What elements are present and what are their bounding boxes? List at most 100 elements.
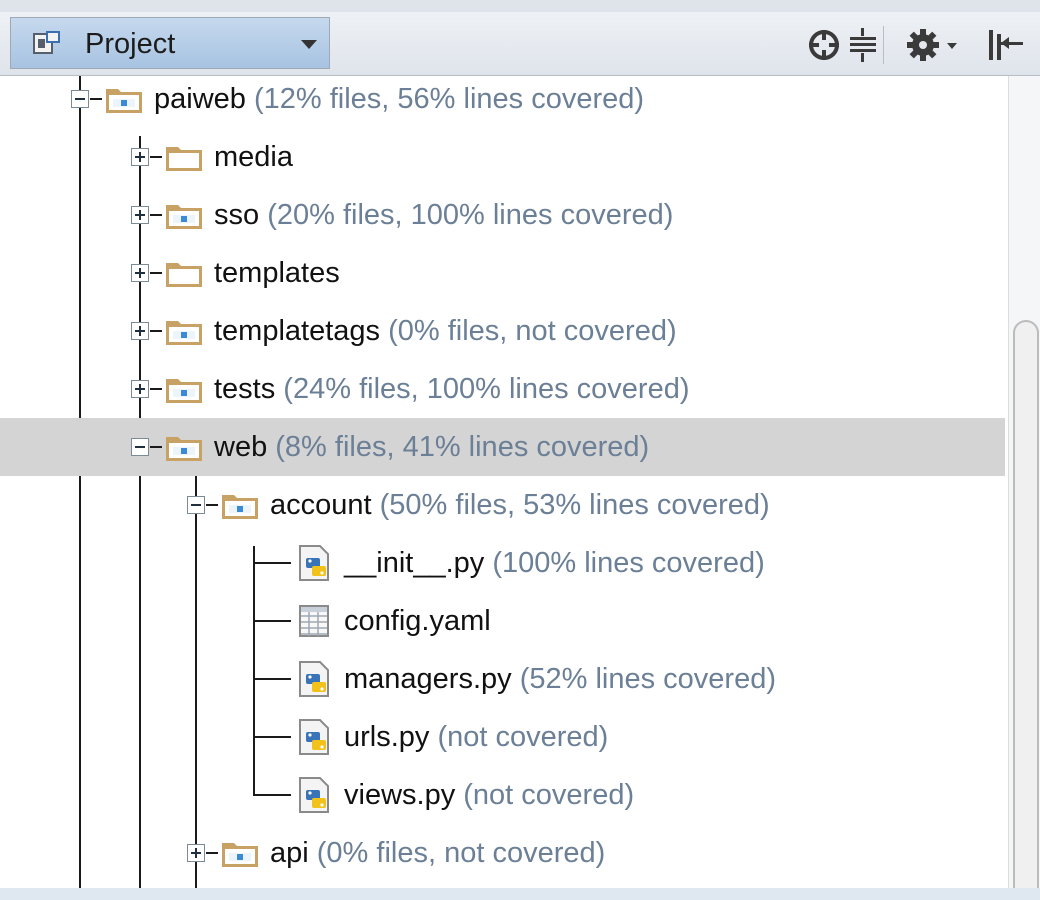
yaml-file-icon bbox=[299, 605, 329, 637]
tree-connector-line bbox=[150, 156, 162, 158]
tree-item-name: media bbox=[214, 141, 293, 173]
tree-item-name: urls.py bbox=[344, 721, 430, 753]
module-folder-icon bbox=[166, 437, 202, 461]
project-tree[interactable]: paiweb (12% files, 56% lines covered) med… bbox=[0, 76, 1040, 900]
coverage-stat: (0% files, not covered) bbox=[380, 315, 677, 347]
locate-icon[interactable] bbox=[805, 26, 843, 64]
tree-item-name: paiweb bbox=[154, 83, 246, 115]
coverage-stat: (not covered) bbox=[429, 721, 609, 753]
tree-connector-line bbox=[253, 620, 291, 622]
module-folder-icon bbox=[106, 89, 142, 113]
tree-item-label: config.yaml bbox=[344, 604, 491, 638]
tree-connector-line bbox=[150, 272, 162, 274]
tree-connector-line bbox=[150, 330, 162, 332]
tree-connector-line bbox=[206, 852, 218, 854]
coverage-stat: (8% files, 41% lines covered) bbox=[267, 431, 650, 463]
tree-item-name: views.py bbox=[344, 779, 456, 811]
expand-toggle-icon[interactable] bbox=[131, 380, 149, 398]
expand-toggle-icon[interactable] bbox=[131, 264, 149, 282]
tree-item-label: __init__.py (100% lines covered) bbox=[344, 546, 765, 580]
tree-folder-row[interactable]: account (50% files, 53% lines covered) bbox=[0, 476, 1005, 534]
chevron-down-icon bbox=[301, 40, 317, 49]
tree-item-label: account (50% files, 53% lines covered) bbox=[270, 488, 770, 522]
tree-file-row[interactable]: config.yaml bbox=[0, 592, 1005, 650]
tree-connector-line bbox=[150, 214, 162, 216]
collapse-toggle-icon[interactable] bbox=[187, 496, 205, 514]
tree-folder-row[interactable]: tests (24% files, 100% lines covered) bbox=[0, 360, 1005, 418]
module-folder-icon bbox=[166, 379, 202, 403]
tree-folder-row[interactable]: sso (20% files, 100% lines covered) bbox=[0, 186, 1005, 244]
tree-item-name: api bbox=[270, 837, 309, 869]
toggle-minus-bar bbox=[135, 446, 145, 448]
tree-item-label: web (8% files, 41% lines covered) bbox=[214, 430, 649, 464]
tree-connector-line bbox=[253, 736, 291, 738]
tree-folder-row[interactable]: paiweb (12% files, 56% lines covered) bbox=[0, 76, 1005, 128]
toolbar-separator bbox=[883, 26, 884, 64]
tree-file-row[interactable]: urls.py (not covered) bbox=[0, 708, 1005, 766]
module-folder-icon bbox=[166, 205, 202, 229]
tree-connector-line bbox=[253, 562, 291, 564]
tree-item-name: web bbox=[214, 431, 268, 463]
tree-item-label: templatetags (0% files, not covered) bbox=[214, 314, 677, 348]
coverage-stat: (52% lines covered) bbox=[511, 663, 776, 695]
tree-item-label: api (0% files, not covered) bbox=[270, 836, 605, 870]
folder-icon bbox=[166, 263, 202, 287]
window-bottom-edge bbox=[0, 888, 1040, 900]
tree-connector-line bbox=[90, 98, 102, 100]
module-folder-icon bbox=[222, 843, 258, 867]
tree-item-label: tests (24% files, 100% lines covered) bbox=[214, 372, 690, 406]
tree-item-name: managers.py bbox=[344, 663, 512, 695]
vertical-scrollbar-thumb[interactable] bbox=[1013, 320, 1039, 900]
tree-item-label: templates bbox=[214, 256, 340, 290]
tree-connector-line bbox=[150, 388, 162, 390]
tree-connector-line bbox=[253, 678, 291, 680]
hide-panel-icon[interactable] bbox=[985, 26, 1029, 64]
tree-item-name: sso bbox=[214, 199, 260, 231]
tree-folder-row[interactable]: templates bbox=[0, 244, 1005, 302]
coverage-stat: (20% files, 100% lines covered) bbox=[259, 199, 674, 231]
python-file-icon bbox=[299, 719, 329, 755]
project-view-selector[interactable]: Project bbox=[10, 17, 330, 69]
tree-file-row[interactable]: views.py (not covered) bbox=[0, 766, 1005, 824]
collapse-all-icon[interactable] bbox=[847, 26, 879, 64]
tree-file-row[interactable]: managers.py (52% lines covered) bbox=[0, 650, 1005, 708]
tree-item-name: __init__.py bbox=[344, 547, 485, 579]
collapse-toggle-icon[interactable] bbox=[131, 438, 149, 456]
tree-item-label: media bbox=[214, 140, 293, 174]
tree-item-name: templatetags bbox=[214, 315, 381, 347]
module-folder-icon bbox=[166, 321, 202, 345]
coverage-stat: (100% lines covered) bbox=[484, 547, 765, 579]
tree-folder-row[interactable]: web (8% files, 41% lines covered) bbox=[0, 418, 1005, 476]
python-file-icon bbox=[299, 777, 329, 813]
toggle-plus-bar bbox=[139, 268, 141, 278]
python-file-icon bbox=[299, 545, 329, 581]
toggle-plus-bar bbox=[139, 384, 141, 394]
tree-file-row[interactable]: __init__.py (100% lines covered) bbox=[0, 534, 1005, 592]
tree-item-label: paiweb (12% files, 56% lines covered) bbox=[154, 82, 644, 116]
tree-item-name: templates bbox=[214, 257, 340, 289]
project-icon bbox=[33, 31, 60, 54]
project-view-label: Project bbox=[85, 28, 176, 60]
collapse-toggle-icon[interactable] bbox=[71, 90, 89, 108]
expand-toggle-icon[interactable] bbox=[131, 322, 149, 340]
tree-item-label: managers.py (52% lines covered) bbox=[344, 662, 776, 696]
coverage-stat: (not covered) bbox=[455, 779, 635, 811]
tree-folder-row[interactable]: media bbox=[0, 128, 1005, 186]
tree-connector-line bbox=[206, 504, 218, 506]
tree-folder-row[interactable]: templatetags (0% files, not covered) bbox=[0, 302, 1005, 360]
expand-toggle-icon[interactable] bbox=[131, 148, 149, 166]
tree-item-label: views.py (not covered) bbox=[344, 778, 634, 812]
coverage-stat: (0% files, not covered) bbox=[308, 837, 606, 869]
tree-connector-line bbox=[253, 794, 291, 796]
toggle-plus-bar bbox=[139, 152, 141, 162]
coverage-stat: (24% files, 100% lines covered) bbox=[275, 373, 690, 405]
tree-item-name: tests bbox=[214, 373, 276, 405]
tree-item-label: sso (20% files, 100% lines covered) bbox=[214, 198, 673, 232]
tree-folder-row[interactable]: api (0% files, not covered) bbox=[0, 824, 1005, 882]
expand-toggle-icon[interactable] bbox=[187, 844, 205, 862]
coverage-stat: (12% files, 56% lines covered) bbox=[245, 83, 645, 115]
settings-icon[interactable] bbox=[905, 26, 963, 64]
python-file-icon bbox=[299, 661, 329, 697]
toggle-plus-bar bbox=[195, 848, 197, 858]
expand-toggle-icon[interactable] bbox=[131, 206, 149, 224]
